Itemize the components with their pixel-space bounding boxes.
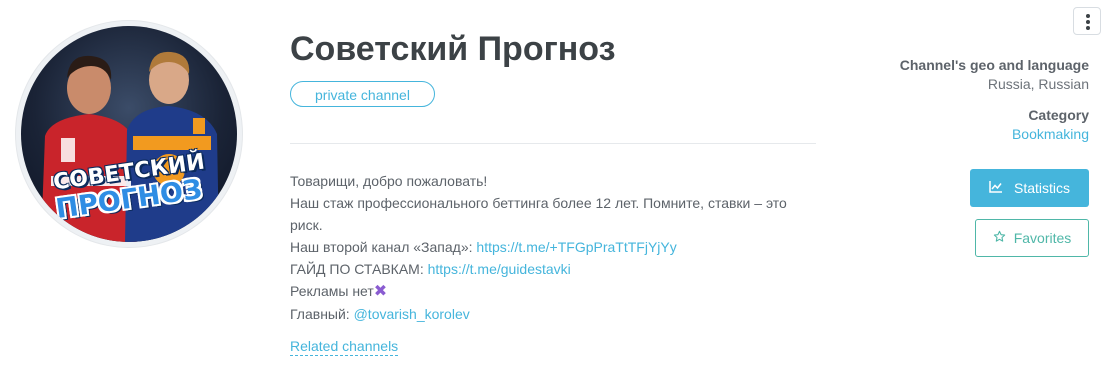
geo-language-label: Channel's geo and language: [899, 57, 1089, 73]
geo-language-block: Channel's geo and language Russia, Russi…: [900, 57, 1089, 92]
description-line: Главный: @tovarish_korolev: [290, 303, 830, 325]
star-outline-icon: [993, 230, 1006, 246]
divider: [290, 143, 816, 144]
related-channels-link[interactable]: Related channels: [290, 337, 399, 356]
chart-line-icon: [989, 180, 1003, 196]
description-line: Товарищи, добро пожаловать!: [290, 173, 488, 189]
guide-link[interactable]: https://t.me/guidestavki: [428, 261, 571, 277]
category-label: Category: [1028, 107, 1089, 123]
description-line: Рекламы нет✖: [290, 280, 830, 303]
favorites-button-label: Favorites: [1013, 230, 1072, 246]
cross-mark-icon: ✖: [373, 283, 388, 300]
description-line: риск.: [290, 217, 323, 233]
statistics-button-label: Statistics: [1013, 180, 1070, 196]
category-block: Category Bookmaking: [1012, 107, 1089, 142]
favorites-button[interactable]: Favorites: [975, 219, 1089, 257]
description-line: Наш второй канал «Запад»: https://t.me/+…: [290, 236, 830, 258]
private-channel-badge: private channel: [290, 81, 435, 107]
category-link[interactable]: Bookmaking: [1012, 126, 1089, 142]
second-channel-link[interactable]: https://t.me/+TFGpPraTtTFjYjYy: [476, 239, 676, 255]
channel-avatar: СОВЕТСКИЙ ПРОГНОЗ: [16, 21, 242, 247]
description-text: Рекламы нет: [290, 283, 374, 299]
avatar-image: СОВЕТСКИЙ ПРОГНОЗ: [21, 26, 237, 242]
kebab-menu-icon[interactable]: [1073, 7, 1101, 35]
description-text: Наш второй канал «Запад»:: [290, 239, 477, 255]
channel-title: Советский Прогноз: [290, 30, 616, 68]
statistics-button[interactable]: Statistics: [970, 169, 1089, 207]
description-line: ГАЙД ПО СТАВКАМ: https://t.me/guidestavk…: [290, 258, 830, 280]
description-line: Наш стаж профессионального беттинга боле…: [290, 195, 787, 211]
geo-language-value: Russia, Russian: [987, 76, 1089, 92]
admin-username-link[interactable]: @tovarish_korolev: [354, 306, 470, 322]
description-text: Главный:: [290, 306, 354, 322]
description-text: ГАЙД ПО СТАВКАМ:: [290, 261, 428, 277]
channel-description: Товарищи, добро пожаловать! Наш стаж про…: [290, 170, 830, 325]
